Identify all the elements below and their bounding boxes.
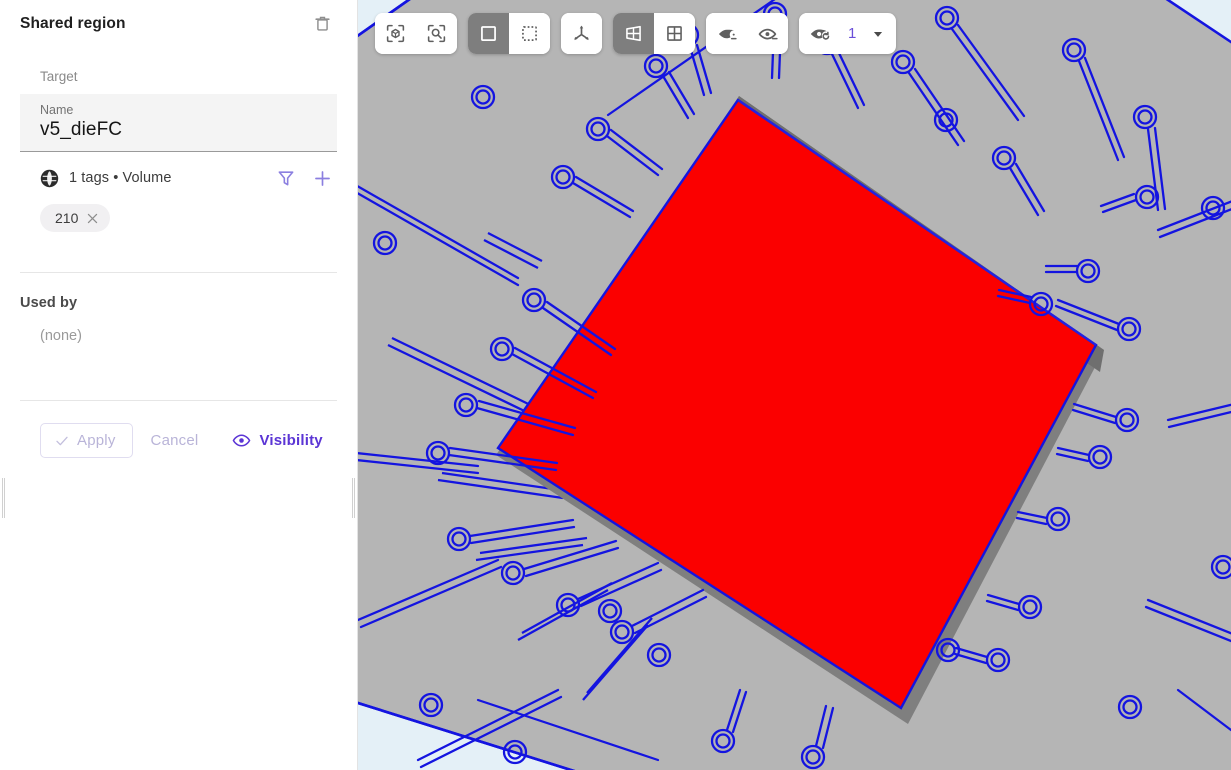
eye-minus-icon: [718, 29, 737, 39]
flat-grid-button[interactable]: [654, 13, 695, 54]
name-label: Name: [40, 103, 74, 117]
filter-icon: [278, 171, 294, 186]
fit-group: [375, 13, 457, 54]
panel-header: Shared region: [0, 0, 357, 47]
3d-scene: [358, 0, 1231, 770]
globe-icon: [40, 169, 59, 187]
axes-group: [561, 13, 602, 54]
panel-actions: Apply Cancel Visibility: [0, 401, 357, 458]
solid-square-icon: [481, 26, 496, 41]
zoom-box-icon: [427, 24, 446, 43]
fit-to-view-button[interactable]: [375, 13, 416, 54]
tag-chip-label: 210: [55, 210, 79, 226]
grid-group: [613, 13, 695, 54]
select-solid-button[interactable]: [468, 13, 509, 54]
delete-region-button[interactable]: [307, 9, 337, 39]
used-by-value: (none): [40, 328, 82, 344]
eye-refresh-icon: [810, 29, 829, 40]
target-field-block: Target Name v5_dieFC: [20, 69, 337, 152]
eye-icon: [233, 434, 251, 447]
plus-icon: [314, 170, 330, 186]
selection-mode-group: [468, 13, 550, 54]
panel-resize-handle-right[interactable]: [352, 478, 355, 518]
select-marquee-button[interactable]: [509, 13, 550, 54]
add-tag-button[interactable]: [307, 163, 337, 193]
visibility-group: [706, 13, 788, 54]
shared-region-panel: Shared region Target Name v5_dieFC 1 tag…: [0, 0, 358, 770]
apply-button[interactable]: Apply: [40, 423, 133, 458]
dashed-square-icon: [522, 26, 537, 41]
tag-chip[interactable]: 210: [40, 204, 111, 232]
chevron-down-icon[interactable]: [871, 27, 885, 41]
zoom-to-selection-button[interactable]: [416, 13, 457, 54]
layer-count-selector[interactable]: 1: [799, 13, 896, 54]
viewport-toolbar: 1: [375, 13, 896, 54]
tags-actions: [271, 163, 337, 193]
filter-tags-button[interactable]: [271, 163, 301, 193]
panel-resize-handle-left[interactable]: [2, 478, 5, 518]
page-title: Shared region: [20, 14, 126, 32]
tag-chip-list: 210: [20, 204, 337, 254]
tags-summary-row: 1 tags • Volume: [20, 152, 337, 204]
show-object-button[interactable]: [747, 13, 788, 54]
used-by-title: Used by: [20, 295, 78, 311]
name-value: v5_dieFC: [40, 119, 123, 140]
layer-count-value: 1: [848, 25, 857, 42]
close-icon[interactable]: [85, 211, 100, 226]
tags-summary-label: 1 tags • Volume: [69, 170, 172, 186]
fit-3d-box-icon: [386, 24, 405, 43]
hide-object-button[interactable]: [706, 13, 747, 54]
visibility-label: Visibility: [259, 432, 323, 449]
3d-viewport[interactable]: 1: [358, 0, 1231, 770]
perspective-grid-button[interactable]: [613, 13, 654, 54]
perspective-grid-icon: [626, 25, 641, 42]
tags-section: 1 tags • Volume 210: [20, 152, 337, 254]
cancel-button[interactable]: Cancel: [137, 424, 213, 457]
trash-icon: [314, 16, 330, 31]
eye-dot-icon: [758, 28, 778, 39]
axes-gizmo-button[interactable]: [561, 13, 602, 54]
apply-label: Apply: [77, 432, 116, 449]
check-icon: [56, 436, 68, 445]
flat-grid-icon: [667, 26, 682, 41]
eye-refresh-button[interactable]: [799, 13, 840, 54]
visibility-button[interactable]: Visibility: [222, 423, 332, 458]
name-input[interactable]: Name v5_dieFC: [20, 94, 337, 152]
app-root: Shared region Target Name v5_dieFC 1 tag…: [0, 0, 1231, 770]
axes-gizmo-icon: [574, 25, 589, 41]
target-label: Target: [40, 69, 78, 84]
